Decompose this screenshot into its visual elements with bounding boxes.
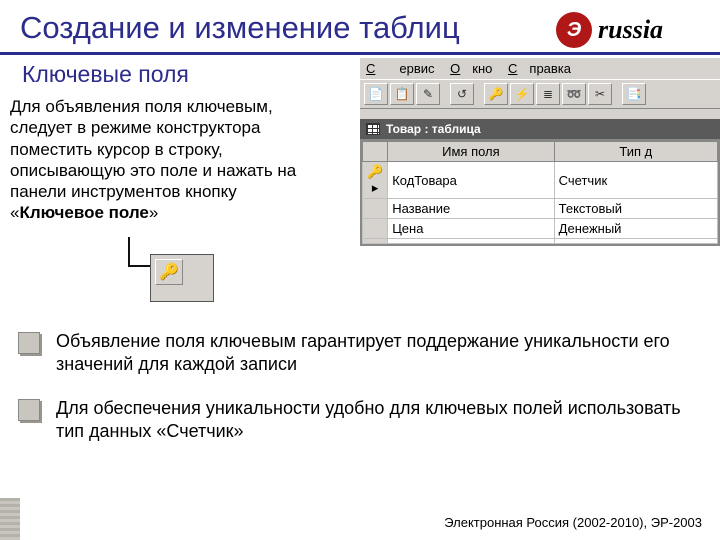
table-icon (366, 123, 380, 135)
cell-datatype[interactable]: Денежный (554, 219, 717, 239)
insert-row-icon[interactable]: ➿ (562, 83, 586, 105)
menu-servis[interactable]: Сервис (366, 61, 435, 76)
body-paragraph: Для объявления поля ключевым, следует в … (0, 96, 310, 224)
bullet-list: Объявление поля ключевым гарантирует под… (18, 330, 700, 464)
bullet-text: Для обеспечения уникальности удобно для … (56, 397, 700, 442)
cell-fieldname[interactable] (388, 239, 554, 244)
row-selector[interactable] (363, 239, 388, 244)
delete-row-icon[interactable]: ✂ (588, 83, 612, 105)
row-selector-key-icon[interactable]: 🔑▸ (363, 162, 388, 199)
header-datatype: Тип д (554, 142, 717, 162)
menu-spravka[interactable]: Справка (508, 61, 571, 76)
bullet-marker-icon (18, 332, 40, 354)
decorative-band (0, 498, 20, 540)
bullet-marker-icon (18, 399, 40, 421)
table-row[interactable]: 🔑▸ КодТовара Счетчик (363, 162, 718, 199)
arrow-icon (128, 265, 150, 267)
row-selector[interactable] (363, 199, 388, 219)
cell-datatype[interactable]: Счетчик (554, 162, 717, 199)
brand-logo: russia (556, 8, 716, 52)
key-icon[interactable]: 🔑 (484, 83, 508, 105)
design-grid: Имя поля Тип д 🔑▸ КодТовара Счетчик Назв… (360, 139, 720, 246)
body-post: » (149, 203, 158, 222)
cell-fieldname[interactable]: Название (388, 199, 554, 219)
cell-fieldname[interactable]: КодТовара (388, 162, 554, 199)
table-row[interactable]: Цена Денежный (363, 219, 718, 239)
access-window: Сервис Окно Справка 📄 📋 ✎ ↺ 🔑 ⚡ ≣ ➿ ✂ 📑 … (360, 58, 720, 246)
brush-icon[interactable]: ✎ (416, 83, 440, 105)
list-item: Объявление поля ключевым гарантирует под… (18, 330, 700, 375)
key-field-button[interactable]: 🔑 (155, 259, 183, 285)
header-fieldname: Имя поля (388, 142, 554, 162)
subwindow-title-text: Товар : таблица (386, 122, 481, 136)
corner-cell (363, 142, 388, 162)
logo-text: russia (598, 15, 663, 45)
table-row[interactable]: Название Текстовый (363, 199, 718, 219)
cell-datatype[interactable]: Текстовый (554, 199, 717, 219)
table-row[interactable] (363, 239, 718, 244)
menu-okno[interactable]: Окно (450, 61, 492, 76)
rows-icon[interactable]: ≣ (536, 83, 560, 105)
undo-icon[interactable]: ↺ (450, 83, 474, 105)
subwindow-titlebar: Товар : таблица (360, 119, 720, 139)
copy-icon[interactable]: 📄 (364, 83, 388, 105)
paste-icon[interactable]: 📋 (390, 83, 414, 105)
menubar[interactable]: Сервис Окно Справка (360, 58, 720, 79)
bullet-text: Объявление поля ключевым гарантирует под… (56, 330, 700, 375)
footer-text: Электронная Россия (2002-2010), ЭР-2003 (444, 515, 702, 530)
row-selector[interactable] (363, 219, 388, 239)
body-bold: Ключевое поле (19, 203, 148, 222)
wizard-icon[interactable]: ⚡ (510, 83, 534, 105)
properties-icon[interactable]: 📑 (622, 83, 646, 105)
cell-datatype[interactable] (554, 239, 717, 244)
arrow-icon (128, 237, 130, 267)
cell-fieldname[interactable]: Цена (388, 219, 554, 239)
key-button-popup: 🔑 (150, 254, 214, 302)
logo-badge-icon (556, 12, 592, 48)
toolbar: 📄 📋 ✎ ↺ 🔑 ⚡ ≣ ➿ ✂ 📑 (360, 79, 720, 109)
list-item: Для обеспечения уникальности удобно для … (18, 397, 700, 442)
